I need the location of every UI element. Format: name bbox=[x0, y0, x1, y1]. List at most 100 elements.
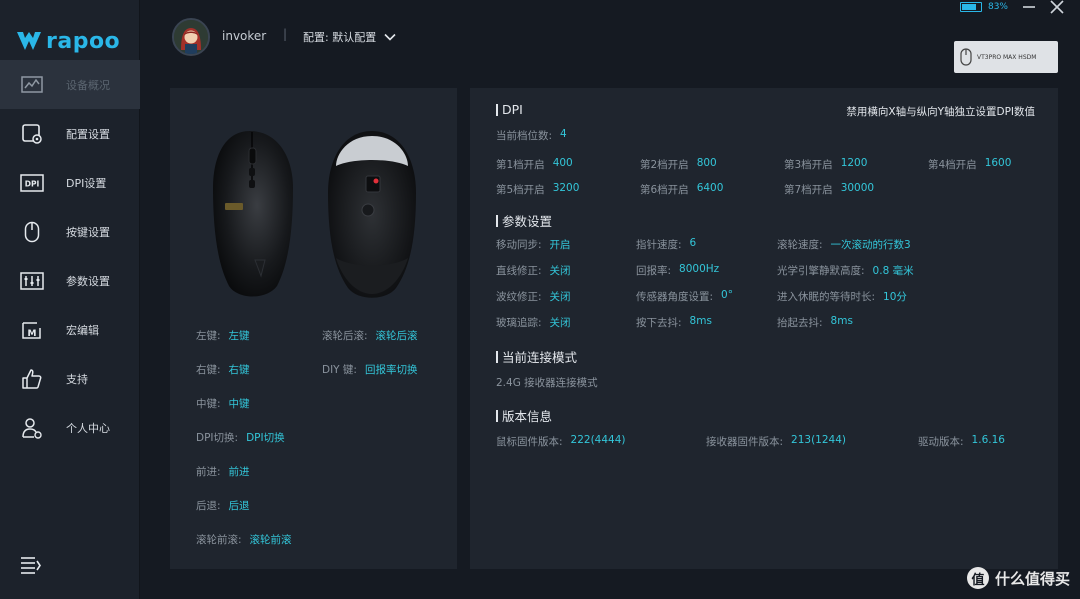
param-motion-sync: 移动同步: 开启 bbox=[496, 237, 571, 252]
mapping-key: 滚轮前滚: bbox=[196, 534, 242, 546]
dpi-level-7: 第7档开启 30000 bbox=[784, 182, 874, 197]
sliders-icon bbox=[20, 269, 44, 293]
info-key: 第2档开启 bbox=[640, 159, 689, 171]
mapping-key: 滚轮后滚: bbox=[322, 330, 368, 342]
info-value: 6 bbox=[689, 237, 697, 249]
mapping-value: 左键 bbox=[228, 330, 250, 342]
section-title-text: 当前连接模式 bbox=[502, 350, 578, 365]
sidebar-item-dpi[interactable]: DPI DPI设置 bbox=[0, 158, 140, 207]
svg-text:M: M bbox=[28, 329, 37, 339]
info-value: 1.6.16 bbox=[971, 434, 1005, 446]
mouse-icon bbox=[20, 220, 44, 244]
mapping-scroll-back[interactable]: 滚轮后滚: 滚轮后滚 bbox=[322, 328, 418, 343]
battery-icon bbox=[959, 2, 982, 12]
rapoo-logo: rapoo bbox=[16, 26, 120, 56]
info-key: 传感器角度设置: bbox=[636, 291, 714, 303]
mapping-dpi-button[interactable]: DPI切换: DPI切换 bbox=[196, 430, 285, 445]
sidebar-item-label: 配置设置 bbox=[66, 127, 110, 141]
info-value: 4 bbox=[560, 128, 567, 140]
sidebar-item-label: 宏编辑 bbox=[66, 323, 99, 337]
mapping-value: 中键 bbox=[228, 398, 250, 410]
info-value: 1600 bbox=[984, 157, 1012, 169]
info-value: 213(1244) bbox=[791, 434, 847, 446]
sidebar-item-user-center[interactable]: 个人中心 bbox=[0, 403, 140, 452]
info-value: 1200 bbox=[840, 157, 868, 169]
mapping-right-button[interactable]: 右键: 右键 bbox=[196, 362, 250, 377]
param-lift-off-distance: 光学引擎静默高度: 0.8 毫米 bbox=[777, 263, 914, 278]
mapping-value: DPI切换 bbox=[246, 432, 285, 444]
svg-text:DPI: DPI bbox=[25, 179, 40, 188]
section-title-version: 版本信息 bbox=[496, 406, 552, 425]
watermark-logo-icon: 值 bbox=[966, 567, 989, 589]
sidebar-item-config[interactable]: 配置设置 bbox=[0, 109, 140, 158]
sidebar-item-support[interactable]: 支持 bbox=[0, 354, 140, 403]
receiver-firmware-version: 接收器固件版本: 213(1244) bbox=[706, 434, 846, 449]
info-key: 移动同步: bbox=[496, 239, 542, 251]
param-sleep-timeout: 进入休眠的等待时长: 10分 bbox=[777, 289, 907, 304]
info-value: 8ms bbox=[830, 315, 853, 327]
info-key: 第7档开启 bbox=[784, 184, 833, 196]
param-pointer-speed: 指针速度: 6 bbox=[636, 237, 696, 252]
watermark-text: 什么值得买 bbox=[994, 569, 1070, 588]
sidebar-item-label: 参数设置 bbox=[66, 274, 110, 288]
mapping-key: 前进: bbox=[196, 466, 221, 478]
section-title-text: 参数设置 bbox=[502, 214, 553, 229]
mouse-firmware-version: 鼠标固件版本: 222(4444) bbox=[496, 434, 626, 449]
header-separator: | bbox=[283, 27, 288, 41]
info-value: 222(4444) bbox=[570, 434, 626, 446]
param-angle-snapping: 直线修正: 关闭 bbox=[496, 263, 571, 278]
mapping-scroll-forward[interactable]: 滚轮前滚: 滚轮前滚 bbox=[196, 532, 292, 547]
battery-indicator: 83% bbox=[959, 2, 1008, 12]
device-name: VT3PRO MAX HSDM bbox=[977, 53, 1037, 61]
dpi-level-2: 第2档开启 800 bbox=[640, 157, 717, 172]
mapping-value: 回报率切换 bbox=[364, 364, 418, 376]
param-glass-tracking: 玻璃追踪: 关闭 bbox=[496, 315, 571, 330]
info-value: 0° bbox=[721, 289, 733, 301]
avatar[interactable] bbox=[172, 18, 210, 56]
info-key: 第5档开启 bbox=[496, 184, 545, 196]
info-value: 8000Hz bbox=[679, 263, 720, 275]
rapoo-v-logo-icon bbox=[17, 32, 41, 50]
close-icon[interactable] bbox=[1050, 0, 1064, 14]
param-polling-rate: 回报率: 8000Hz bbox=[636, 263, 719, 278]
sidebar-item-overview[interactable]: 设备概况 bbox=[0, 60, 140, 109]
sidebar-item-params[interactable]: 参数设置 bbox=[0, 256, 140, 305]
section-title-params: 参数设置 bbox=[496, 211, 552, 230]
section-title-connection: 当前连接模式 bbox=[496, 347, 577, 366]
mapping-middle-button[interactable]: 中键: 中键 bbox=[196, 396, 250, 411]
mapping-value: 前进 bbox=[228, 466, 250, 478]
dpi-level-1: 第1档开启 400 bbox=[496, 157, 573, 172]
info-key: 接收器固件版本: bbox=[706, 436, 784, 448]
info-key: 抬起去抖: bbox=[777, 317, 823, 329]
info-key: 鼠标固件版本: bbox=[496, 436, 563, 448]
info-value: 30000 bbox=[840, 182, 875, 194]
username: invoker bbox=[222, 29, 267, 43]
info-key: 第6档开启 bbox=[640, 184, 689, 196]
info-value: 8ms bbox=[689, 315, 712, 327]
sidebar-item-label: 按键设置 bbox=[66, 225, 110, 239]
minimize-icon[interactable] bbox=[1022, 2, 1036, 12]
dpi-icon: DPI bbox=[20, 171, 44, 195]
mapping-left-button[interactable]: 左键: 左键 bbox=[196, 328, 250, 343]
param-press-debounce: 按下去抖: 8ms bbox=[636, 315, 712, 330]
profile-dropdown[interactable]: 配置: 默认配置 bbox=[303, 29, 396, 45]
sidebar-item-buttons[interactable]: 按键设置 bbox=[0, 207, 140, 256]
sidebar-item-label: 设备概况 bbox=[66, 78, 110, 92]
mapping-key: DPI切换: bbox=[196, 432, 239, 444]
mapping-forward-button[interactable]: 前进: 前进 bbox=[196, 464, 250, 479]
param-ripple-control: 波纹修正: 关闭 bbox=[496, 289, 571, 304]
dpi-axis-note: 禁用横向X轴与纵向Y轴独立设置DPI数值 bbox=[846, 106, 1035, 118]
mapping-value: 滚轮后滚 bbox=[375, 330, 418, 342]
mapping-back-button[interactable]: 后退: 后退 bbox=[196, 498, 250, 513]
section-title-text: DPI bbox=[502, 102, 523, 117]
collapse-menu-icon[interactable] bbox=[20, 556, 42, 576]
dpi-level-6: 第6档开启 6400 bbox=[640, 182, 723, 197]
sidebar-item-macro[interactable]: M 宏编辑 bbox=[0, 305, 140, 354]
device-selector[interactable]: VT3PRO MAX HSDM bbox=[954, 41, 1058, 73]
info-value: 关闭 bbox=[549, 265, 571, 277]
dpi-current-level: 当前档位数: 4 bbox=[496, 128, 567, 143]
chart-icon bbox=[20, 73, 44, 97]
connection-mode: 2.4G 接收器连接模式 bbox=[496, 377, 598, 389]
mapping-diy-button[interactable]: DIY 键: 回报率切换 bbox=[322, 362, 417, 377]
info-value: 6400 bbox=[696, 182, 724, 194]
